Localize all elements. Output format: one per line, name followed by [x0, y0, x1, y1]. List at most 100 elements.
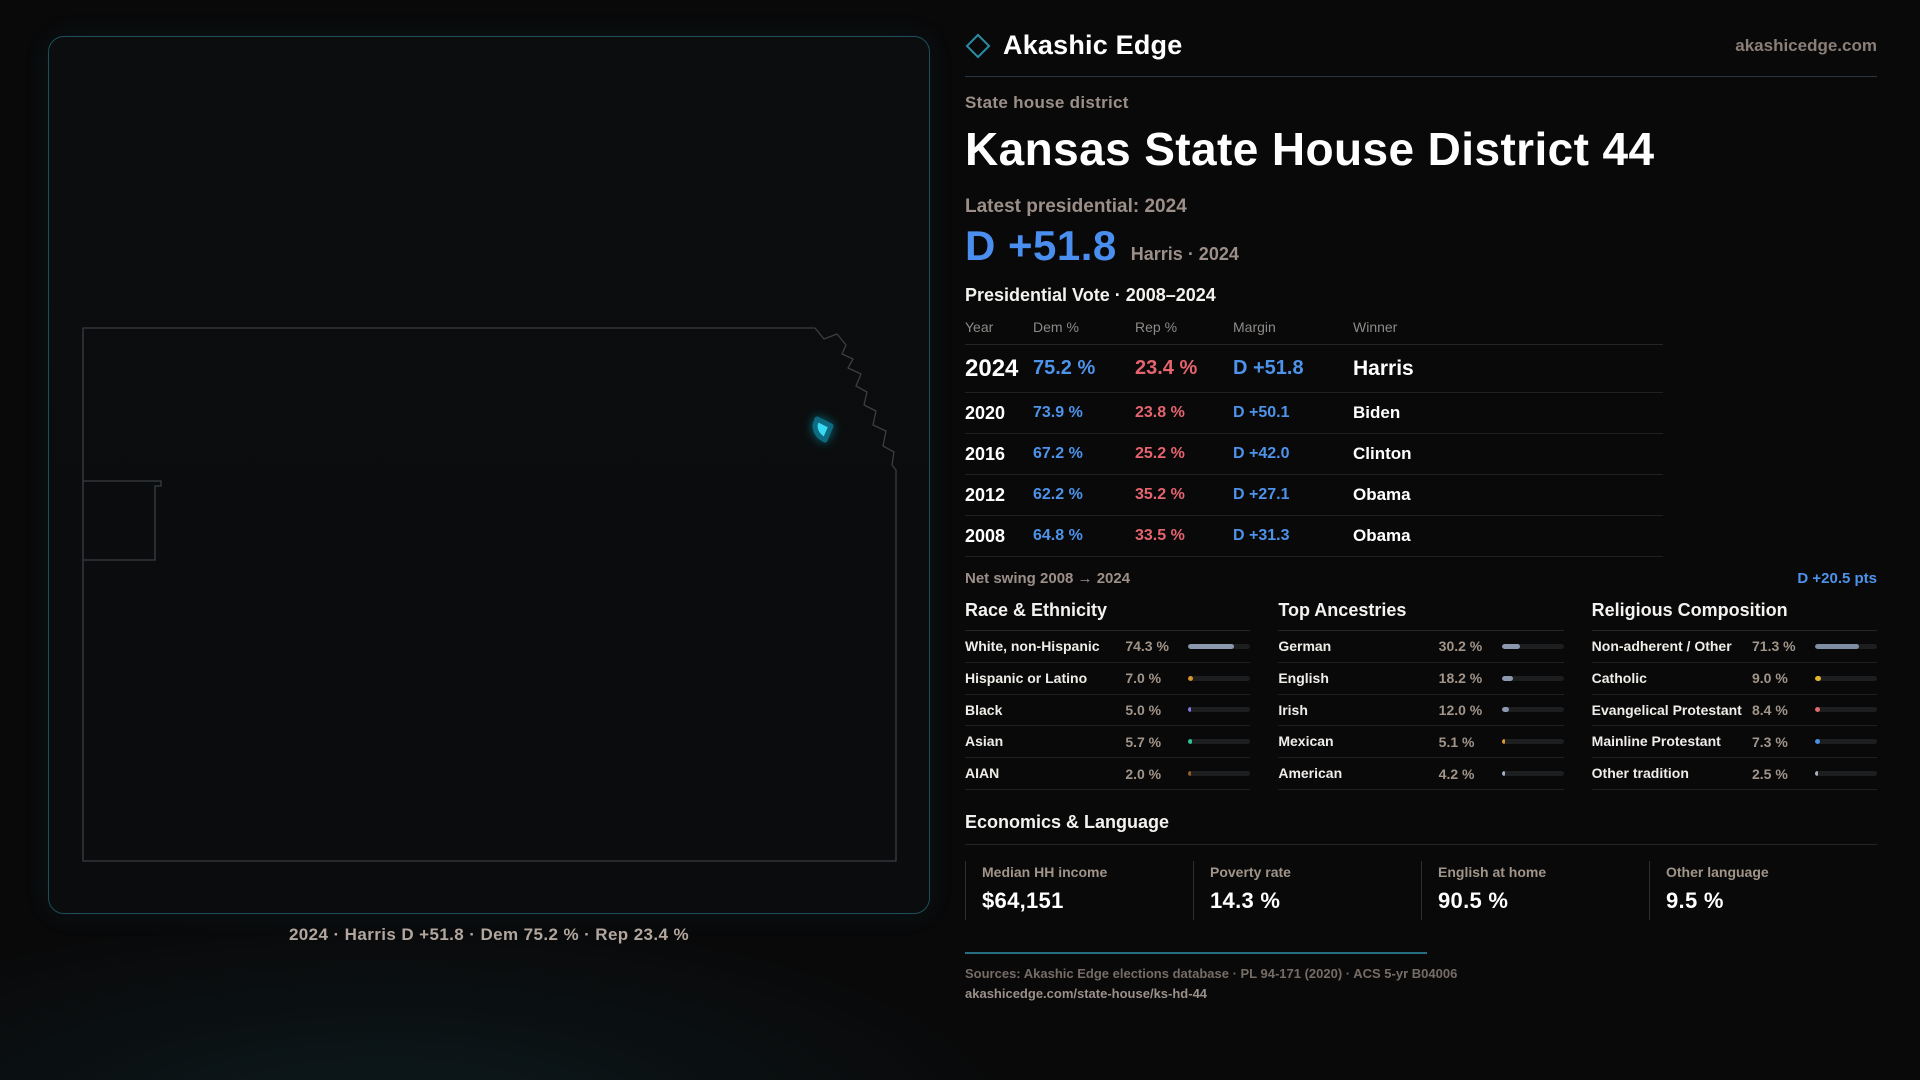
economic-stat-value: 9.5 %	[1666, 887, 1724, 913]
vote-dem-pct: 62.2 %	[1033, 486, 1083, 503]
stat-label: Asian	[965, 733, 1004, 750]
stat-label: Non-adherent / Other	[1591, 638, 1732, 654]
vote-table-header: Year Dem % Rep % Margin Winner	[965, 319, 1663, 345]
economic-stat: English at home 90.5 %	[1421, 860, 1649, 920]
vote-table-row: 2024 75.2 % 23.4 % D +51.8 Harris	[965, 345, 1663, 393]
stat-value: 9.0 %	[1752, 670, 1788, 687]
section-title: Race & Ethnicity	[965, 600, 1251, 631]
vote-winner: Clinton	[1353, 444, 1412, 463]
vote-rep-pct: 23.8 %	[1135, 404, 1185, 421]
col-year: Year	[965, 319, 994, 335]
vote-table-row: 2016 67.2 % 25.2 % D +42.0 Clinton	[965, 434, 1663, 475]
stat-bar	[1188, 707, 1251, 713]
stat-label: White, non-Hispanic	[965, 638, 1100, 654]
stat-bar-fill	[1188, 643, 1235, 649]
col-dem: Dem %	[1033, 319, 1079, 335]
vote-table-title: Presidential Vote · 2008–2024	[965, 285, 1216, 305]
economic-stat: Poverty rate 14.3 %	[1193, 860, 1421, 920]
stat-label: Other tradition	[1591, 765, 1689, 782]
stat-bar-fill	[1815, 675, 1821, 681]
demographics-grid: Race & Ethnicity White, non-Hispanic 74.…	[965, 600, 1877, 790]
stat-row: Mainline Protestant 7.3 %	[1591, 726, 1877, 759]
vote-rep-pct: 23.4 %	[1135, 357, 1198, 379]
stat-label: Evangelical Protestant	[1591, 701, 1742, 718]
vote-table-row: 2008 64.8 % 33.5 % D +31.3 Obama	[965, 516, 1663, 557]
stat-label: Mainline Protestant	[1591, 733, 1721, 750]
stat-value: 5.0 %	[1125, 701, 1162, 718]
sources-text: Sources: Akashic Edge elections database…	[965, 965, 1458, 981]
stat-value: 8.4 %	[1752, 701, 1788, 718]
stat-row: Evangelical Protestant 8.4 %	[1591, 695, 1877, 727]
stat-label: Irish	[1278, 701, 1308, 718]
section-race-ethnicity: Race & Ethnicity White, non-Hispanic 74.…	[965, 600, 1251, 790]
county-outline	[83, 480, 162, 561]
vote-year: 2008	[965, 525, 1006, 546]
stat-row: English 18.2 %	[1278, 663, 1564, 695]
stat-bar	[1501, 707, 1564, 713]
stat-bar-fill	[1815, 643, 1860, 649]
stat-bar	[1501, 771, 1564, 777]
vote-dem-pct: 64.8 %	[1033, 527, 1083, 544]
state-outline	[82, 327, 897, 862]
stat-value: 2.0 %	[1125, 765, 1162, 782]
stat-label: English	[1278, 669, 1329, 686]
brand-diamond-icon	[965, 33, 991, 58]
stat-row: Other tradition 2.5 %	[1591, 758, 1877, 790]
section-rows: Non-adherent / Other 71.3 % Catholic 9.0…	[1591, 631, 1877, 790]
stat-bar-fill	[1815, 707, 1821, 713]
stat-bar	[1815, 675, 1877, 681]
stat-row: Catholic 9.0 %	[1591, 663, 1877, 695]
economic-stat-value: $64,151	[982, 887, 1064, 913]
vote-year: 2012	[965, 484, 1006, 505]
vote-winner: Obama	[1353, 485, 1411, 504]
stat-bar	[1815, 771, 1877, 777]
stat-bar-fill	[1501, 675, 1513, 681]
brand-website-link[interactable]: akashicedge.com	[1735, 36, 1877, 56]
economic-stat-label: English at home	[1438, 863, 1547, 880]
footer: Sources: Akashic Edge elections database…	[965, 951, 1877, 1001]
stat-row: Non-adherent / Other 71.3 %	[1591, 631, 1877, 663]
stat-row: German 30.2 %	[1278, 631, 1564, 663]
stat-bar	[1815, 643, 1877, 649]
economic-stat-value: 90.5 %	[1438, 887, 1509, 913]
stat-value: 71.3 %	[1752, 638, 1796, 655]
stat-bar	[1501, 675, 1564, 681]
stat-label: Black	[965, 701, 1003, 718]
vote-table: Year Dem % Rep % Margin Winner 2024 75.2…	[965, 319, 1663, 557]
stat-row: American 4.2 %	[1278, 758, 1564, 790]
vote-winner: Harris	[1353, 356, 1414, 380]
vote-dem-pct: 67.2 %	[1033, 445, 1083, 462]
vote-rep-pct: 35.2 %	[1135, 486, 1185, 503]
stat-bar	[1501, 739, 1564, 745]
stat-label: Mexican	[1278, 733, 1334, 750]
section-rows: White, non-Hispanic 74.3 % Hispanic or L…	[965, 631, 1251, 790]
vote-rep-pct: 33.5 %	[1135, 527, 1185, 544]
kansas-map	[82, 327, 897, 862]
stat-label: Catholic	[1591, 669, 1647, 686]
stat-row: Irish 12.0 %	[1278, 695, 1564, 727]
stat-bar-fill	[1188, 739, 1192, 745]
economic-stat-label: Median HH income	[982, 863, 1108, 880]
vote-year: 2020	[965, 402, 1006, 423]
permalink[interactable]: akashicedge.com/state-house/ks-hd-44	[965, 986, 1877, 1001]
latest-margin-row: D +51.8 Harris · 2024	[965, 222, 1877, 270]
stat-value: 30.2 %	[1438, 638, 1483, 655]
stat-bar-fill	[1501, 739, 1505, 745]
stat-bar-fill	[1815, 739, 1820, 745]
stat-value: 7.3 %	[1752, 733, 1788, 750]
stat-label: AIAN	[965, 765, 1000, 782]
stat-row: White, non-Hispanic 74.3 %	[965, 631, 1251, 663]
economic-stat-value: 14.3 %	[1210, 887, 1281, 913]
header: Akashic Edge akashicedge.com	[965, 30, 1877, 77]
latest-margin-sub: Harris · 2024	[1130, 244, 1239, 264]
vote-rep-pct: 25.2 %	[1135, 445, 1185, 462]
vote-year: 2016	[965, 443, 1006, 464]
district-44-highlight[interactable]	[812, 416, 834, 443]
stat-row: Asian 5.7 %	[965, 726, 1251, 759]
latest-margin-value: D +51.8	[965, 222, 1117, 269]
economic-stat: Median HH income $64,151	[965, 860, 1193, 920]
vote-winner: Obama	[1353, 526, 1411, 545]
vote-dem-pct: 73.9 %	[1033, 404, 1083, 421]
stat-label: German	[1278, 638, 1332, 654]
stat-bar-fill	[1188, 771, 1192, 777]
